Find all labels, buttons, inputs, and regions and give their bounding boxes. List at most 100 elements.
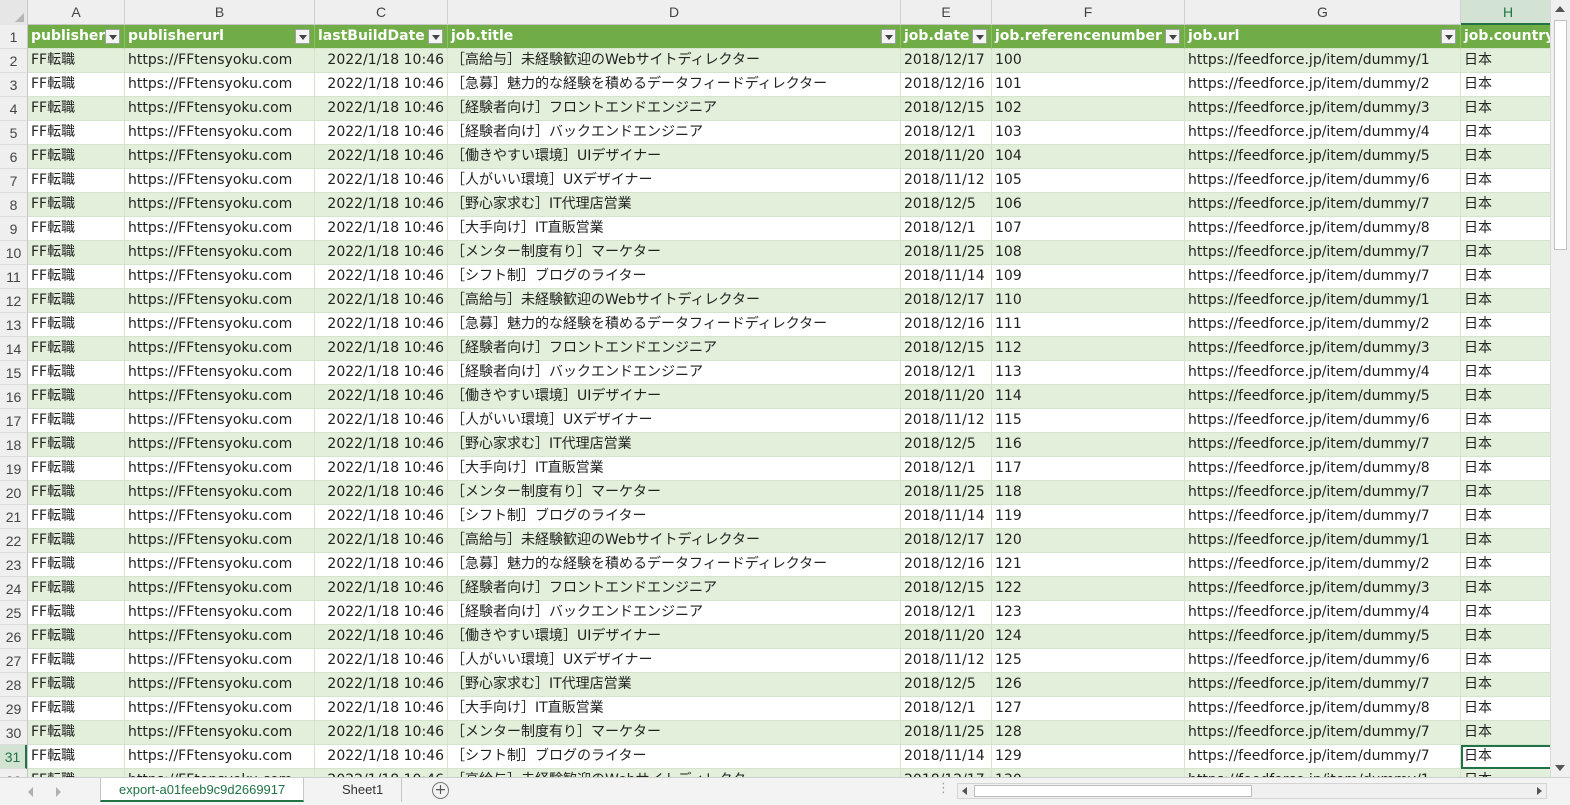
cell-g27[interactable]: https://feedforce.jp/item/dummy/6 [1185, 649, 1461, 673]
cell-e30[interactable]: 2018/11/25 [901, 721, 992, 745]
cell-a2[interactable]: FF転職 [28, 49, 125, 73]
cell-f6[interactable]: 104 [992, 145, 1185, 169]
column-header-g[interactable]: G [1185, 0, 1461, 25]
cell-c8[interactable]: 2022/1/18 10:46 [315, 193, 448, 217]
cell-a19[interactable]: FF転職 [28, 457, 125, 481]
cell-g21[interactable]: https://feedforce.jp/item/dummy/7 [1185, 505, 1461, 529]
cell-d3[interactable]: ［急募］魅力的な経験を積めるデータフィードディレクター [448, 73, 901, 97]
cell-e2[interactable]: 2018/12/17 [901, 49, 992, 73]
cell-g28[interactable]: https://feedforce.jp/item/dummy/7 [1185, 673, 1461, 697]
next-sheet-icon[interactable] [56, 787, 61, 797]
vertical-scrollbar[interactable] [1550, 0, 1570, 777]
cell-h14[interactable]: 日本 [1461, 337, 1550, 361]
cell-a26[interactable]: FF転職 [28, 625, 125, 649]
cell-b23[interactable]: https://FFtensyoku.com [125, 553, 315, 577]
cell-c7[interactable]: 2022/1/18 10:46 [315, 169, 448, 193]
row-header-20[interactable]: 20 [0, 481, 27, 505]
row-header-26[interactable]: 26 [0, 625, 27, 649]
cell-b28[interactable]: https://FFtensyoku.com [125, 673, 315, 697]
cell-b10[interactable]: https://FFtensyoku.com [125, 241, 315, 265]
cell-f29[interactable]: 127 [992, 697, 1185, 721]
cell-f18[interactable]: 116 [992, 433, 1185, 457]
cell-g14[interactable]: https://feedforce.jp/item/dummy/3 [1185, 337, 1461, 361]
cell-g6[interactable]: https://feedforce.jp/item/dummy/5 [1185, 145, 1461, 169]
cell-c32[interactable]: 2022/1/18 10:46 [315, 769, 448, 777]
cell-f27[interactable]: 125 [992, 649, 1185, 673]
cell-b18[interactable]: https://FFtensyoku.com [125, 433, 315, 457]
cell-b8[interactable]: https://FFtensyoku.com [125, 193, 315, 217]
row-header-2[interactable]: 2 [0, 49, 27, 73]
cell-c25[interactable]: 2022/1/18 10:46 [315, 601, 448, 625]
cell-a17[interactable]: FF転職 [28, 409, 125, 433]
filter-dropdown-icon[interactable] [428, 29, 443, 44]
cell-g7[interactable]: https://feedforce.jp/item/dummy/6 [1185, 169, 1461, 193]
cell-b31[interactable]: https://FFtensyoku.com [125, 745, 315, 769]
cell-e19[interactable]: 2018/12/1 [901, 457, 992, 481]
cell-b4[interactable]: https://FFtensyoku.com [125, 97, 315, 121]
cell-a20[interactable]: FF転職 [28, 481, 125, 505]
cell-e4[interactable]: 2018/12/15 [901, 97, 992, 121]
cell-e23[interactable]: 2018/12/16 [901, 553, 992, 577]
cell-h9[interactable]: 日本 [1461, 217, 1550, 241]
header-cell-d[interactable]: job.title [448, 25, 901, 49]
cell-d15[interactable]: ［経験者向け］バックエンドエンジニア [448, 361, 901, 385]
cell-c16[interactable]: 2022/1/18 10:46 [315, 385, 448, 409]
cell-a12[interactable]: FF転職 [28, 289, 125, 313]
row-header-8[interactable]: 8 [0, 193, 27, 217]
cell-f12[interactable]: 110 [992, 289, 1185, 313]
cell-b30[interactable]: https://FFtensyoku.com [125, 721, 315, 745]
cell-a3[interactable]: FF転職 [28, 73, 125, 97]
cell-a23[interactable]: FF転職 [28, 553, 125, 577]
cell-h16[interactable]: 日本 [1461, 385, 1550, 409]
cell-c10[interactable]: 2022/1/18 10:46 [315, 241, 448, 265]
cell-a14[interactable]: FF転職 [28, 337, 125, 361]
cell-g25[interactable]: https://feedforce.jp/item/dummy/4 [1185, 601, 1461, 625]
select-all-corner[interactable] [0, 0, 28, 25]
column-header-c[interactable]: C [315, 0, 448, 25]
cell-c14[interactable]: 2022/1/18 10:46 [315, 337, 448, 361]
cell-h25[interactable]: 日本 [1461, 601, 1550, 625]
spreadsheet-grid[interactable]: ABCDEFGH 1 2 3 4 5 6 7 8 9 10 11 12 13 14 15 16 17 18 19 20… [0, 0, 1550, 777]
cell-d28[interactable]: ［野心家求む］IT代理店営業 [448, 673, 901, 697]
scroll-left-icon[interactable] [962, 787, 967, 795]
cell-b15[interactable]: https://FFtensyoku.com [125, 361, 315, 385]
cell-h2[interactable]: 日本 [1461, 49, 1550, 73]
cell-g3[interactable]: https://feedforce.jp/item/dummy/2 [1185, 73, 1461, 97]
cell-g24[interactable]: https://feedforce.jp/item/dummy/3 [1185, 577, 1461, 601]
cell-b14[interactable]: https://FFtensyoku.com [125, 337, 315, 361]
cell-f26[interactable]: 124 [992, 625, 1185, 649]
cell-e26[interactable]: 2018/11/20 [901, 625, 992, 649]
cell-e9[interactable]: 2018/12/1 [901, 217, 992, 241]
cell-c4[interactable]: 2022/1/18 10:46 [315, 97, 448, 121]
cell-a11[interactable]: FF転職 [28, 265, 125, 289]
cell-f28[interactable]: 126 [992, 673, 1185, 697]
row-header-27[interactable]: 27 [0, 649, 27, 673]
cell-h31[interactable]: 日本 [1461, 745, 1550, 769]
cell-g23[interactable]: https://feedforce.jp/item/dummy/2 [1185, 553, 1461, 577]
row-header-15[interactable]: 15 [0, 361, 27, 385]
cell-b11[interactable]: https://FFtensyoku.com [125, 265, 315, 289]
cell-h29[interactable]: 日本 [1461, 697, 1550, 721]
cell-b22[interactable]: https://FFtensyoku.com [125, 529, 315, 553]
cell-g12[interactable]: https://feedforce.jp/item/dummy/1 [1185, 289, 1461, 313]
row-header-13[interactable]: 13 [0, 313, 27, 337]
cell-e14[interactable]: 2018/12/15 [901, 337, 992, 361]
row-header-29[interactable]: 29 [0, 697, 27, 721]
cell-a24[interactable]: FF転職 [28, 577, 125, 601]
cell-b12[interactable]: https://FFtensyoku.com [125, 289, 315, 313]
cell-b20[interactable]: https://FFtensyoku.com [125, 481, 315, 505]
cell-d8[interactable]: ［野心家求む］IT代理店営業 [448, 193, 901, 217]
cell-f7[interactable]: 105 [992, 169, 1185, 193]
cell-f24[interactable]: 122 [992, 577, 1185, 601]
header-cell-a[interactable]: publisher [28, 25, 125, 49]
cell-b29[interactable]: https://FFtensyoku.com [125, 697, 315, 721]
cell-b2[interactable]: https://FFtensyoku.com [125, 49, 315, 73]
cell-f13[interactable]: 111 [992, 313, 1185, 337]
cell-d30[interactable]: ［メンター制度有り］マーケター [448, 721, 901, 745]
cell-h10[interactable]: 日本 [1461, 241, 1550, 265]
cell-e22[interactable]: 2018/12/17 [901, 529, 992, 553]
cell-a27[interactable]: FF転職 [28, 649, 125, 673]
cell-g11[interactable]: https://feedforce.jp/item/dummy/7 [1185, 265, 1461, 289]
scroll-down-icon[interactable] [1555, 765, 1565, 771]
header-cell-c[interactable]: lastBuildDate [315, 25, 448, 49]
